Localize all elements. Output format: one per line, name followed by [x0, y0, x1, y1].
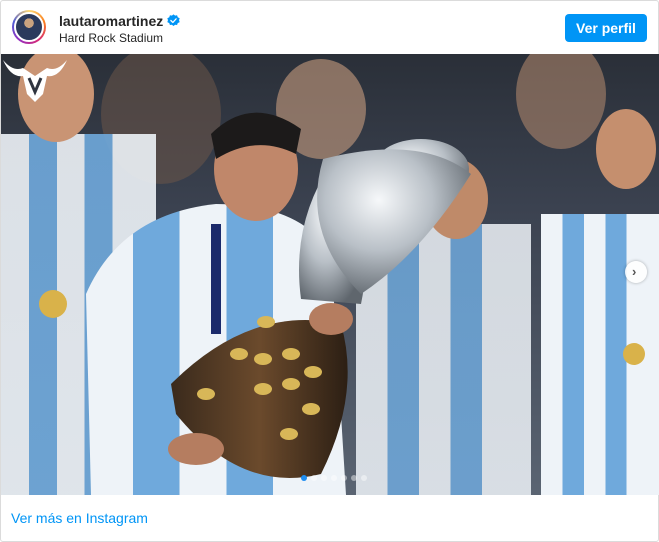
username[interactable]: lautaromartinez: [59, 13, 163, 29]
carousel-dot: [341, 475, 347, 481]
profile-avatar[interactable]: [12, 10, 46, 44]
carousel-dot: [331, 475, 337, 481]
carousel-dot: [361, 475, 367, 481]
view-more-on-instagram-link[interactable]: Ver más en Instagram: [11, 510, 148, 526]
verified-badge-icon: [167, 14, 180, 27]
post-location[interactable]: Hard Rock Stadium: [59, 31, 163, 45]
post-header: lautaromartinez Hard Rock Stadium Ver pe…: [1, 1, 658, 54]
view-profile-button[interactable]: Ver perfil: [565, 14, 647, 42]
carousel-dot: [351, 475, 357, 481]
bull-logo-icon: [3, 60, 67, 102]
post-image[interactable]: ›: [1, 54, 659, 495]
instagram-embed: lautaromartinez Hard Rock Stadium Ver pe…: [0, 0, 659, 542]
carousel-indicator: [301, 475, 367, 481]
carousel-dot: [311, 475, 317, 481]
carousel-dot: [321, 475, 327, 481]
photo-illustration: [1, 54, 659, 495]
carousel-dot: [301, 475, 307, 481]
chevron-right-icon: ›: [632, 264, 637, 279]
carousel-next-button[interactable]: ›: [625, 261, 647, 283]
